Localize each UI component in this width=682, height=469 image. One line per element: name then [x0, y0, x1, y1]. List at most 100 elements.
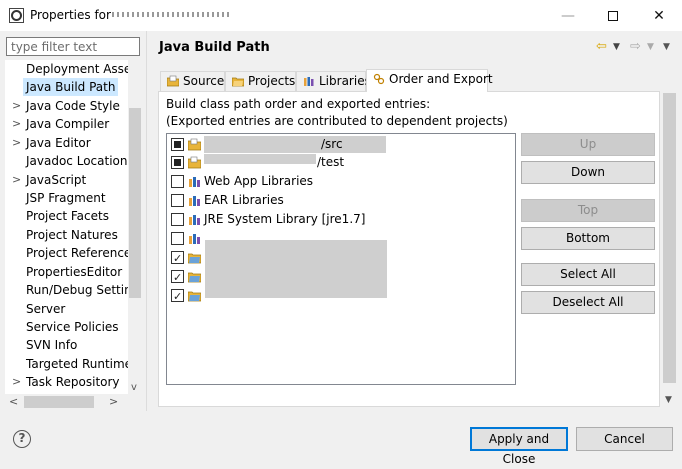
library-icon	[189, 234, 200, 244]
scrollbar-thumb[interactable]	[663, 93, 676, 383]
list-item[interactable]: EAR Libraries	[171, 191, 501, 210]
export-checkbox[interactable]	[171, 268, 184, 287]
tree-item-javascript[interactable]: > JavaScript	[5, 171, 123, 189]
page-header: Java Build Path ⇦ ▼ ⇨ ▼ ▼	[150, 31, 682, 64]
expand-arrow-icon[interactable]: >	[12, 97, 22, 115]
export-checkbox[interactable]	[171, 213, 184, 226]
expand-arrow-icon[interactable]: >	[12, 373, 22, 391]
expand-arrow-icon[interactable]: >	[12, 134, 22, 152]
library-icon	[189, 215, 200, 225]
tree-item-project-references[interactable]: Project References	[5, 244, 138, 262]
tab-label: Source	[183, 74, 225, 88]
source-folder-icon	[167, 75, 179, 87]
scrollbar-thumb[interactable]	[129, 108, 141, 298]
tab-order-and-export[interactable]: Order and Export	[366, 69, 493, 92]
scroll-right-icon[interactable]: >	[109, 395, 118, 408]
tree-item-label: Project Facets	[26, 209, 109, 223]
scrollbar-thumb[interactable]	[24, 396, 94, 408]
tree-item-label: Java Build Path	[23, 78, 119, 96]
page-vertical-scrollbar[interactable]: ▼	[661, 91, 678, 407]
tree-item-label: Server	[26, 302, 66, 316]
list-item[interactable]: /src	[171, 135, 501, 154]
tree-item-deployment-assembly[interactable]: Deployment Assembly	[5, 60, 141, 78]
entry-label: /src	[321, 137, 343, 151]
project-folder-icon	[188, 253, 201, 264]
property-page-tree[interactable]: Deployment Assembly Java Build Path > Jav…	[5, 60, 141, 394]
select-all-button[interactable]: Select All	[521, 263, 655, 286]
back-history-menu-icon[interactable]: ▼	[613, 42, 620, 52]
list-item[interactable]: JRE System Library [jre1.7]	[171, 210, 501, 229]
tree-item-project-natures[interactable]: Project Natures	[5, 226, 123, 244]
scroll-down-icon[interactable]: v	[131, 382, 137, 393]
scroll-left-icon[interactable]: <	[9, 395, 18, 408]
tree-item-java-build-path[interactable]: Java Build Path	[5, 78, 123, 96]
title-bar: Properties for — ✕	[0, 0, 682, 31]
export-checkbox[interactable]	[171, 232, 184, 245]
minimize-button[interactable]: —	[545, 0, 591, 31]
tree-item-label: Run/Debug Settings	[26, 283, 141, 297]
deselect-all-button[interactable]: Deselect All	[521, 291, 655, 314]
redacted-block	[205, 240, 387, 298]
library-icon	[189, 177, 200, 187]
tree-item-label: JavaScript	[26, 173, 87, 187]
tree-item-svn-info[interactable]: SVN Info	[5, 336, 123, 354]
list-item[interactable]: /test	[171, 153, 501, 172]
page-title: Java Build Path	[159, 40, 270, 55]
tree-item-jsp-fragment[interactable]: JSP Fragment	[5, 189, 123, 207]
top-button[interactable]: Top	[521, 199, 655, 222]
expand-arrow-icon[interactable]: >	[12, 115, 22, 133]
tree-item-label: Java Code Style	[26, 99, 120, 113]
entry-label: Web App Libraries	[204, 174, 314, 188]
tree-item-java-editor[interactable]: > Java Editor	[5, 134, 123, 152]
expand-arrow-icon[interactable]: >	[12, 171, 22, 189]
tree-item-java-compiler[interactable]: > Java Compiler	[5, 115, 123, 133]
down-button[interactable]: Down	[521, 161, 655, 184]
apply-and-close-button[interactable]: Apply and Close	[470, 427, 568, 466]
tab-projects[interactable]: Projects	[225, 71, 296, 91]
redacted-text	[204, 136, 386, 153]
list-item[interactable]: Web App Libraries	[171, 172, 501, 191]
export-checkbox[interactable]	[171, 249, 184, 268]
export-checkbox[interactable]	[171, 138, 184, 151]
tree-item-label: Project References	[26, 246, 138, 260]
back-arrow-icon[interactable]: ⇦	[596, 39, 607, 54]
tab-source[interactable]: Source	[160, 71, 225, 91]
bottom-button[interactable]: Bottom	[521, 227, 655, 250]
tree-item-server[interactable]: Server	[5, 300, 123, 318]
window-title: Properties for	[30, 8, 111, 22]
tree-item-label: JSP Fragment	[26, 191, 106, 205]
tree-item-java-code-style[interactable]: > Java Code Style	[5, 97, 123, 115]
export-checkbox[interactable]	[171, 194, 184, 207]
export-checkbox[interactable]	[171, 156, 184, 169]
tab-label: Libraries	[319, 74, 371, 88]
tree-item-run-debug-settings[interactable]: Run/Debug Settings	[5, 281, 141, 299]
export-checkbox[interactable]	[171, 287, 184, 306]
cancel-button[interactable]: Cancel	[576, 427, 673, 451]
tree-item-project-facets[interactable]: Project Facets	[5, 207, 123, 225]
tree-vertical-scrollbar[interactable]: v	[128, 60, 141, 394]
scroll-down-icon[interactable]: ▼	[665, 395, 672, 405]
library-icon	[304, 77, 314, 86]
maximize-button[interactable]	[590, 0, 636, 31]
classpath-entries-list[interactable]: /src /test Web App Libraries EAR Librari…	[166, 133, 516, 385]
view-menu-icon[interactable]: ▼	[663, 42, 670, 52]
tab-libraries[interactable]: Libraries	[296, 71, 371, 91]
tree-item-task-repository[interactable]: > Task Repository	[5, 373, 123, 391]
tree-item-targeted-runtimes[interactable]: Targeted Runtimes	[5, 355, 138, 373]
export-checkbox[interactable]	[171, 175, 184, 188]
tree-item-label: Java Editor	[26, 136, 91, 150]
tree-item-javadoc-location[interactable]: Javadoc Location	[5, 152, 127, 170]
forward-history-menu-icon[interactable]: ▼	[647, 42, 654, 52]
tree-item-properties-editor[interactable]: PropertiesEditor	[5, 263, 123, 281]
tree-item-label: Project Natures	[26, 228, 118, 242]
sash-divider[interactable]	[146, 31, 147, 411]
up-button[interactable]: Up	[521, 133, 655, 156]
entry-label: EAR Libraries	[204, 193, 284, 207]
help-icon[interactable]: ?	[13, 430, 31, 448]
tree-horizontal-scrollbar[interactable]: < >	[5, 394, 141, 411]
tree-item-label: PropertiesEditor	[26, 265, 123, 279]
forward-arrow-icon[interactable]: ⇨	[630, 39, 641, 54]
tree-item-service-policies[interactable]: Service Policies	[5, 318, 123, 336]
filter-input[interactable]	[6, 37, 140, 56]
close-button[interactable]: ✕	[636, 0, 682, 31]
